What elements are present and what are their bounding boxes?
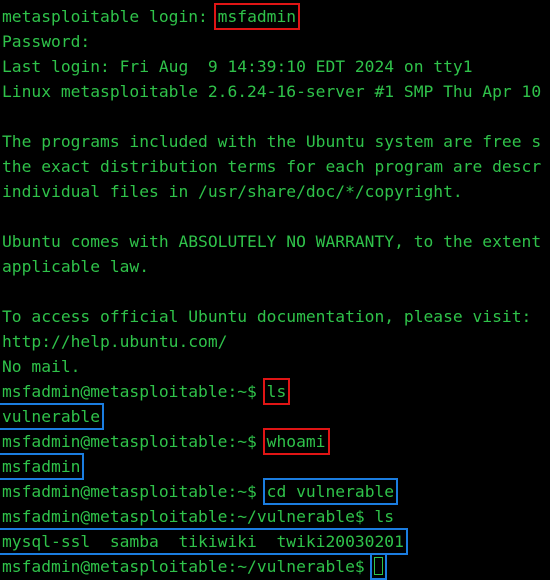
shell-prompt: msfadmin@metasploitable:~$ (2, 482, 267, 501)
command-ls: ls (374, 507, 395, 526)
login-line: metasploitable login: msfadmin (2, 3, 301, 30)
output-line: msfadmin (0, 453, 85, 480)
kernel-line: Linux metasploitable 2.6.24-16-server #1… (2, 82, 542, 101)
shell-prompt: msfadmin@metasploitable:~/vulnerable$ (2, 507, 375, 526)
motd-line: To access official Ubuntu documentation,… (2, 307, 532, 326)
command-line: msfadmin@metasploitable:~$ whoami (2, 428, 330, 455)
password-prompt: Password: (2, 32, 91, 51)
output-whoami: msfadmin (0, 453, 85, 480)
command-ls: ls (262, 378, 291, 405)
motd-line: Ubuntu comes with ABSOLUTELY NO WARRANTY… (2, 232, 542, 251)
output-ls: vulnerable (0, 403, 105, 430)
command-line: msfadmin@metasploitable:~$ cd vulnerable (2, 478, 399, 505)
last-login-line: Last login: Fri Aug 9 14:39:10 EDT 2024 … (2, 57, 473, 76)
docs-url: http://help.ubuntu.com/ (2, 332, 228, 351)
command-whoami: whoami (262, 428, 330, 455)
command-line: msfadmin@metasploitable:~$ ls (2, 378, 291, 405)
text-cursor[interactable] (370, 553, 388, 580)
command-line: msfadmin@metasploitable:~/vulnerable$ ls (2, 504, 394, 529)
output-ls: mysql-ssl samba tikiwiki twiki20030201 (0, 528, 408, 555)
shell-prompt: msfadmin@metasploitable:~$ (2, 382, 267, 401)
output-line: mysql-ssl samba tikiwiki twiki20030201 (0, 528, 408, 555)
shell-prompt: msfadmin@metasploitable:~/vulnerable$ (2, 557, 375, 576)
command-line[interactable]: msfadmin@metasploitable:~/vulnerable$ (2, 553, 388, 580)
output-line: vulnerable (0, 403, 105, 430)
cursor-block (374, 557, 384, 575)
command-cd: cd vulnerable (262, 478, 399, 505)
motd-line: the exact distribution terms for each pr… (2, 157, 542, 176)
terminal-window[interactable]: metasploitable login: msfadmin Password:… (0, 0, 550, 580)
motd-line: applicable law. (2, 257, 150, 276)
no-mail-line: No mail. (2, 357, 81, 376)
motd-line: The programs included with the Ubuntu sy… (2, 132, 542, 151)
login-username: msfadmin (213, 3, 301, 30)
shell-prompt: msfadmin@metasploitable:~$ (2, 432, 267, 451)
login-prompt: metasploitable login: (2, 7, 218, 26)
motd-line: individual files in /usr/share/doc/*/cop… (2, 182, 463, 201)
